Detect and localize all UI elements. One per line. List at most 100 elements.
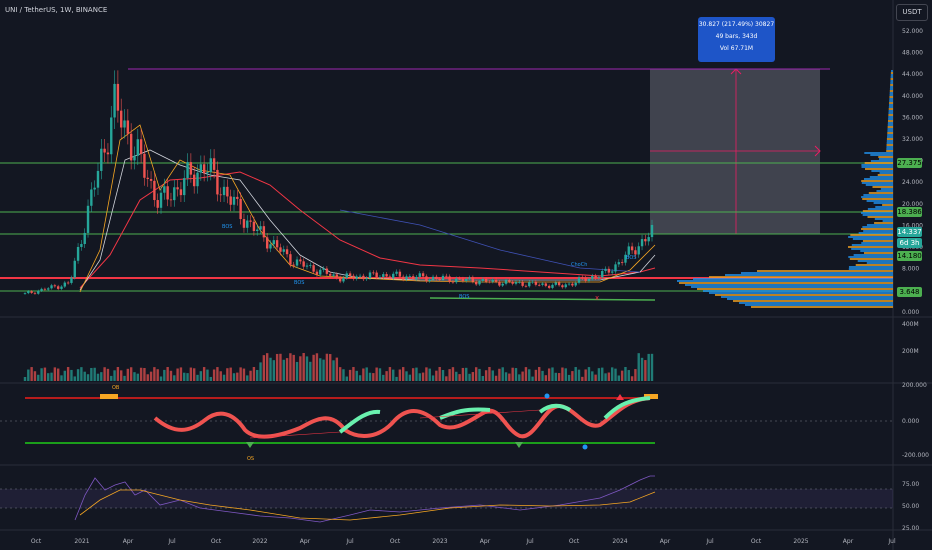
volume-profile-bar <box>866 262 893 264</box>
volume-bar <box>256 369 259 381</box>
candle-body <box>106 152 110 155</box>
volume-bar <box>196 374 199 381</box>
candle-body <box>166 186 169 200</box>
ma-fast <box>79 124 656 293</box>
candle-body <box>571 283 574 286</box>
candle-body <box>518 282 521 283</box>
candle-body <box>325 268 329 274</box>
price-axis-label: 36.000 <box>902 114 923 121</box>
candle-body <box>66 282 70 284</box>
candle-body <box>86 205 90 233</box>
volume-bar <box>488 367 491 381</box>
volume-bar <box>86 374 90 381</box>
candle-body <box>528 282 531 287</box>
volume-bar <box>120 370 123 381</box>
volume-bar <box>441 370 445 381</box>
volume-profile-bar <box>709 292 893 294</box>
candle-body <box>620 262 624 263</box>
volume-profile-bar <box>861 166 893 168</box>
volume-profile-bar <box>890 74 893 76</box>
volume-bar <box>468 373 471 381</box>
volume-bar <box>501 367 504 381</box>
candle-body <box>176 187 179 190</box>
volume-profile-bar <box>890 82 893 84</box>
candle-body <box>431 276 435 280</box>
volume-bar <box>30 367 33 381</box>
time-axis-label: Apr <box>300 538 311 545</box>
candle-body <box>139 139 143 154</box>
volume-profile-bar <box>890 76 893 78</box>
volume-profile-bar <box>871 170 893 172</box>
measure-info-box: 30.827 (217.49%) 30827 49 bars, 343d Vol… <box>698 17 775 62</box>
volume-bar <box>352 367 355 381</box>
volume-bar <box>40 368 43 381</box>
volume-profile-bar <box>848 256 893 258</box>
candle-body <box>345 273 348 278</box>
volume-bar <box>189 367 193 381</box>
volume-profile-bar <box>862 214 893 216</box>
volume-profile-bar <box>876 190 893 192</box>
chart-canvas[interactable]: BOS BOS BOS ChoCh BOS x OB OS 52.000 48.0… <box>0 0 932 550</box>
volume-profile-bar <box>888 106 893 108</box>
price-axis-label: 52.000 <box>902 28 923 35</box>
time-axis-label: Oct <box>390 538 401 545</box>
candle-body <box>408 276 412 278</box>
candle-body <box>458 278 461 280</box>
volume-bar <box>136 373 139 381</box>
candle-body <box>329 273 332 276</box>
volume-bar <box>541 370 544 381</box>
rsi-axis-label: 50.00 <box>902 503 919 510</box>
volume-profile-bar <box>888 116 893 118</box>
volume-profile-bar <box>860 250 893 252</box>
currency-button[interactable]: USDT <box>896 4 928 21</box>
volume-bar <box>53 367 57 381</box>
volume-bar <box>322 359 325 381</box>
candle-body <box>554 282 557 285</box>
volume-profile-bar <box>887 122 893 124</box>
volume-profile-bar <box>868 192 893 194</box>
volume-bar <box>392 369 395 381</box>
volume-profile-bar <box>890 86 893 88</box>
volume-bar <box>206 369 209 381</box>
volume-profile-bar <box>887 134 893 136</box>
volume-bar <box>478 368 481 381</box>
volume-bar <box>232 373 236 381</box>
volume-profile-bar <box>850 234 893 236</box>
volume-bar <box>630 376 634 381</box>
volume-profile-bar <box>879 172 893 174</box>
bos-label-3: BOS <box>459 294 469 300</box>
candle-body <box>614 264 617 272</box>
volume-bar <box>494 375 498 381</box>
candle-body <box>295 259 299 266</box>
ma-blue <box>339 209 641 273</box>
price-tag: 14.180 <box>897 251 922 261</box>
candle-body <box>508 280 511 282</box>
time-axis-label: Apr <box>480 538 491 545</box>
volume-bar <box>110 375 113 381</box>
candle-body <box>252 221 256 231</box>
volume-profile-bar <box>862 226 893 228</box>
measure-rect[interactable] <box>650 69 820 234</box>
candle-body <box>451 281 455 283</box>
volume-bar <box>448 369 451 381</box>
volume-profile-bar <box>874 218 893 220</box>
candle-body <box>392 273 395 279</box>
candle-body <box>567 283 571 285</box>
volume-bar <box>126 368 130 381</box>
volume-profile-bar <box>703 290 893 292</box>
volume-bar <box>116 367 120 381</box>
candle-body <box>514 282 518 284</box>
candle-body <box>385 274 388 277</box>
candle-body <box>232 196 236 205</box>
volume-profile-bar <box>848 246 893 248</box>
volume-profile-bar <box>886 148 893 150</box>
volume-profile-bar <box>861 242 893 244</box>
candle-body <box>23 293 27 294</box>
volume-profile-bar <box>886 140 893 142</box>
volume-profile-bar <box>888 112 893 114</box>
volume-profile-bar <box>888 108 893 110</box>
candle-body <box>610 271 614 273</box>
volume-bar <box>80 367 83 381</box>
volume-profile-bar <box>887 132 893 134</box>
candle-body <box>305 265 309 267</box>
